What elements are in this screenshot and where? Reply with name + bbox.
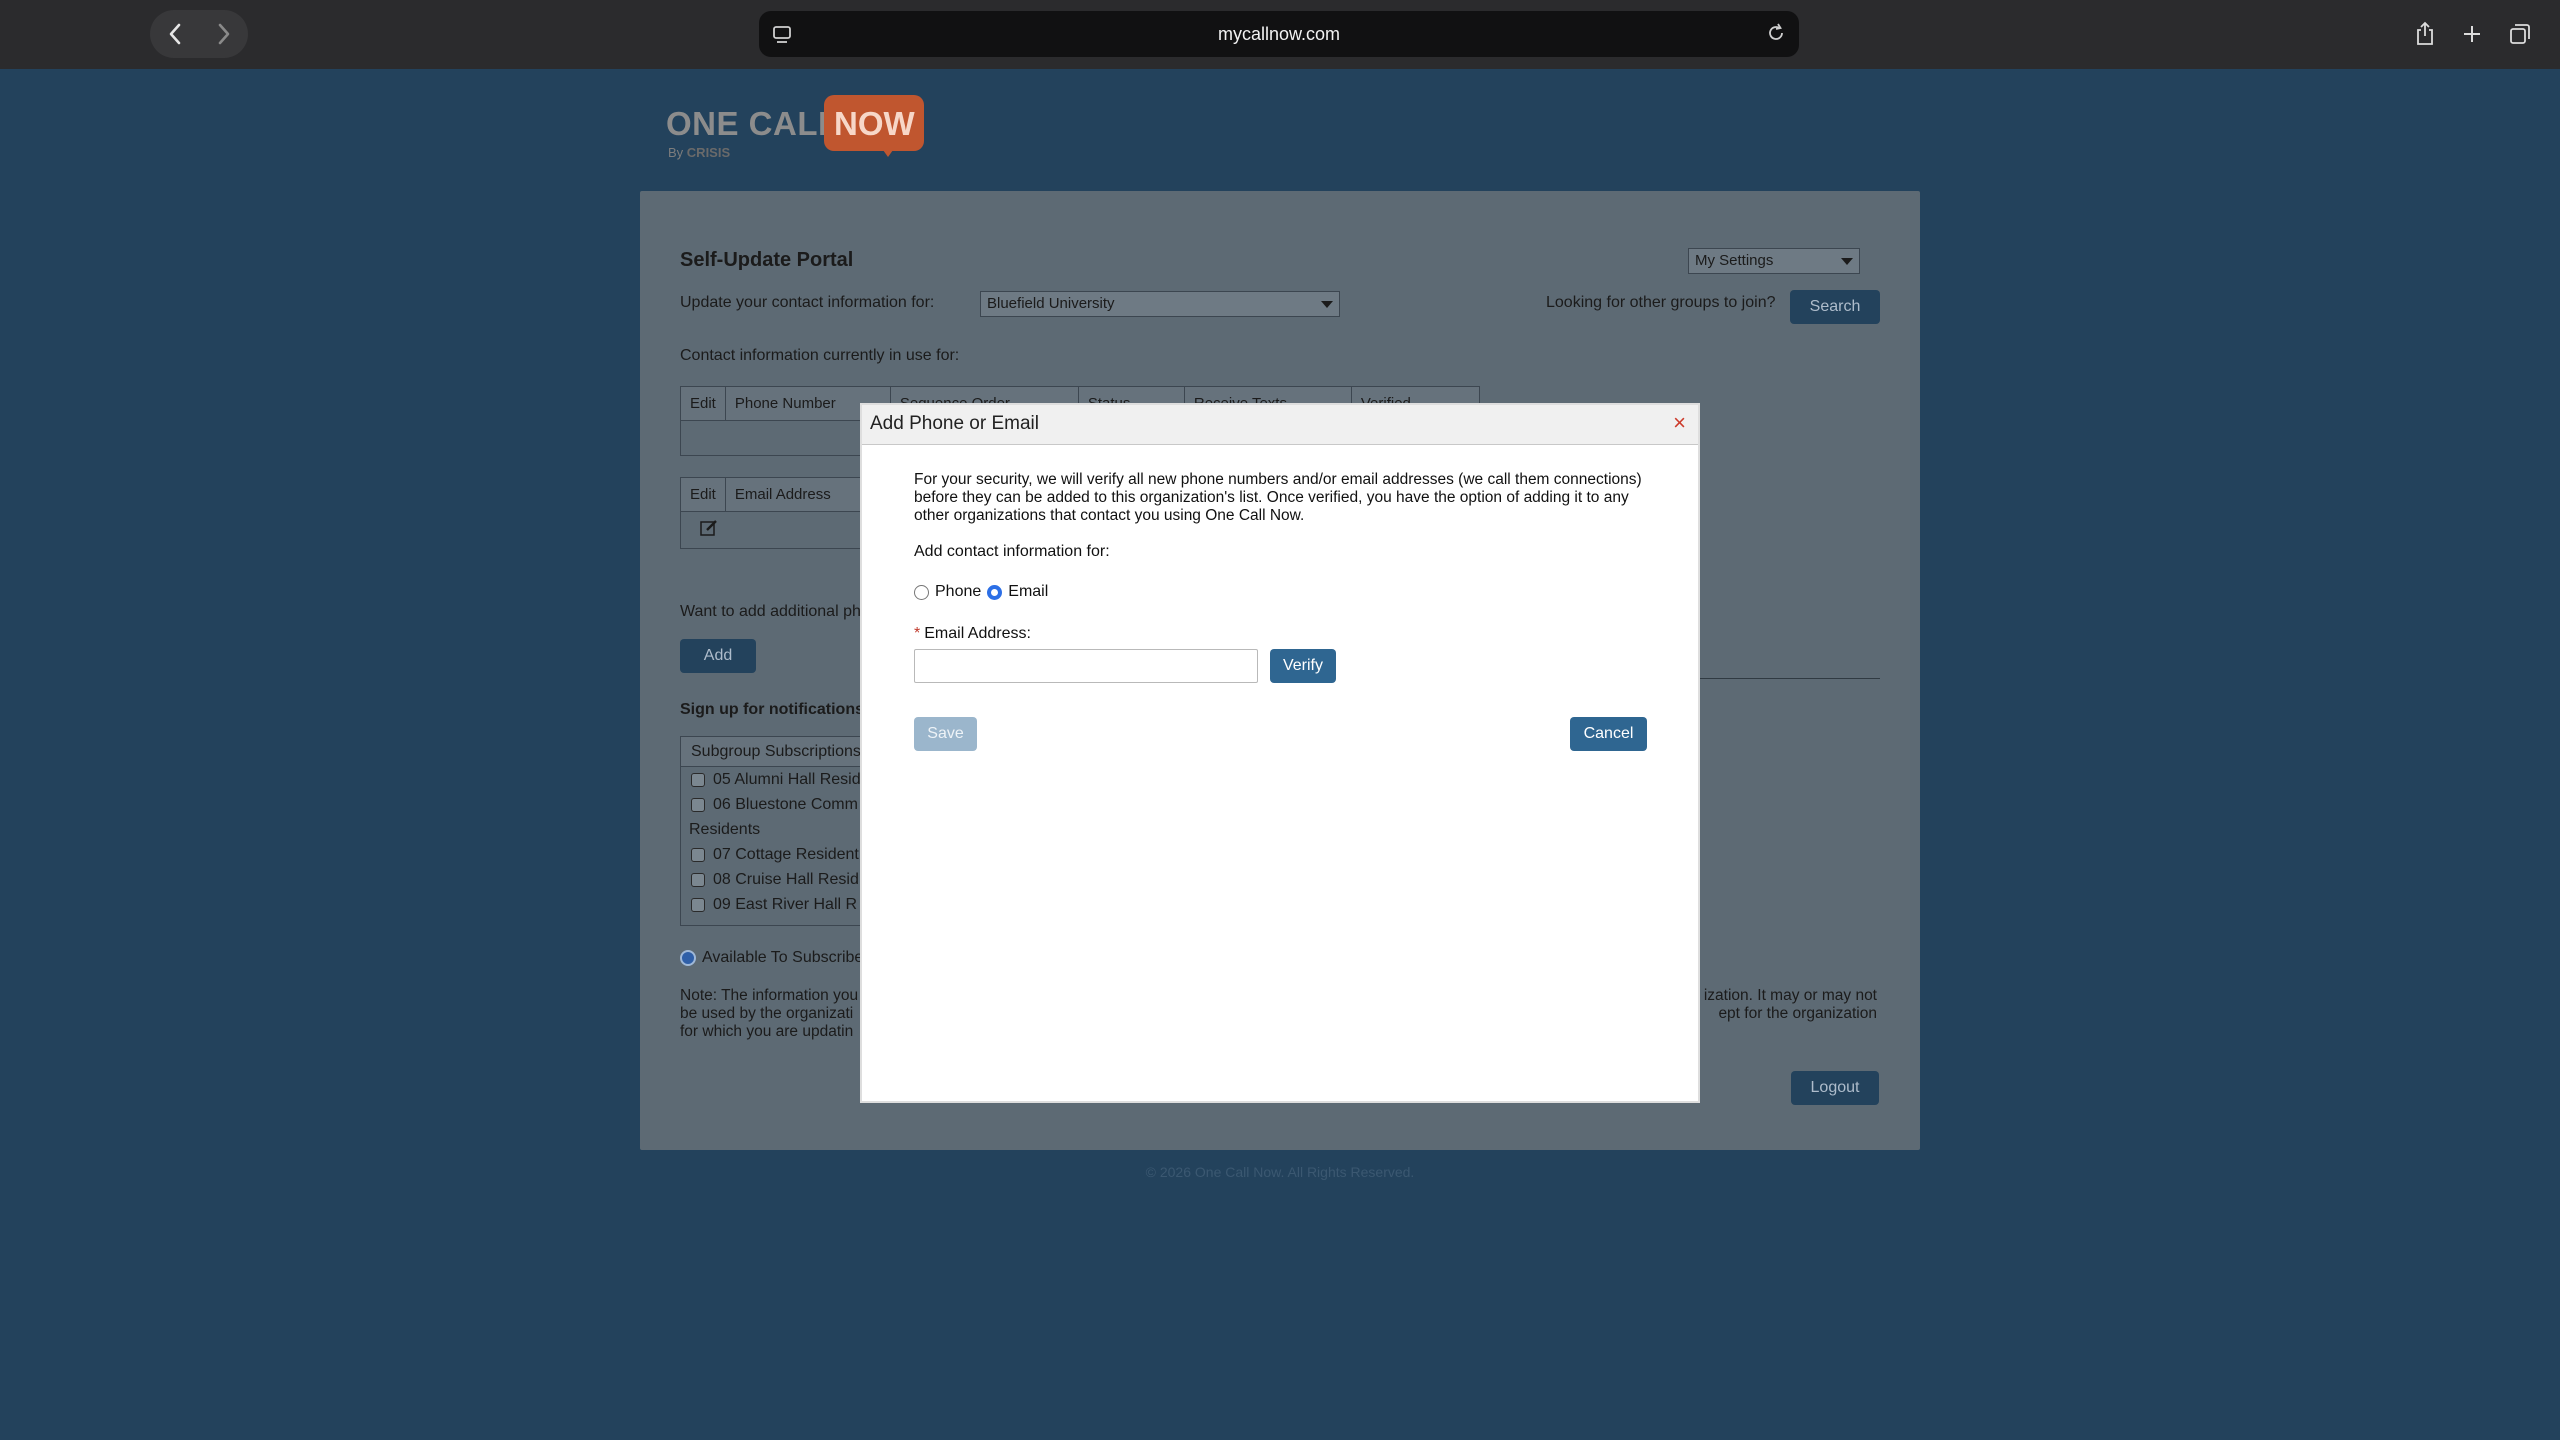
email-table-header: Edit Email Address [681, 478, 879, 512]
signup-label: Sign up for notifications [680, 701, 864, 718]
tab-overview-button[interactable] [2500, 14, 2540, 54]
subgroup-label: Residents [689, 820, 761, 838]
email-input-row: Verify [914, 649, 1654, 683]
security-intro-text: For your security, we will verify all ne… [914, 471, 1642, 524]
organization-select-value: Bluefield University [987, 295, 1115, 312]
contact-in-use-label: Contact information currently in use for… [680, 347, 960, 364]
note-line: be used by the organizati [680, 1005, 854, 1022]
subgroup-label: 07 Cottage Resident [713, 845, 859, 863]
cancel-button[interactable]: Cancel [1570, 717, 1647, 751]
note-line: ept for the organization [1718, 1005, 1877, 1022]
edit-icon[interactable] [699, 518, 719, 538]
email-table: Edit Email Address [680, 477, 880, 549]
search-button[interactable]: Search [1790, 290, 1880, 324]
logo-now: NOW [834, 105, 915, 142]
dialog-body: For your security, we will verify all ne… [914, 471, 1654, 683]
forward-button[interactable] [204, 14, 244, 54]
note-line: ization. It may or may not [1703, 987, 1877, 1004]
checkbox[interactable] [691, 772, 705, 787]
logo-crisis: CRISIS [686, 145, 731, 160]
logout-button[interactable]: Logout [1791, 1071, 1879, 1105]
chevron-down-icon [1321, 301, 1333, 308]
column-header: Edit [681, 478, 726, 511]
settings-select-value: My Settings [1695, 252, 1774, 269]
url-text: mycallnow.com [1217, 23, 1341, 44]
reload-icon[interactable] [1765, 22, 1787, 44]
table-row [681, 512, 879, 549]
column-header: Edit [681, 387, 726, 420]
address-bar[interactable]: mycallnow.com [759, 11, 1799, 57]
contact-type-options: Phone Email [914, 583, 1654, 601]
share-button[interactable] [2405, 14, 2445, 54]
new-tab-button[interactable] [2452, 14, 2492, 54]
email-option-label[interactable]: Email [1008, 583, 1048, 601]
dialog-title: Add Phone or Email [870, 413, 1039, 434]
note-line: Note: The information you [680, 987, 859, 1004]
subgroup-label: 05 Alumni Hall Resid [713, 770, 861, 788]
checkbox[interactable] [691, 847, 705, 862]
available-label: Available To Subscribe [702, 949, 864, 966]
subgroup-label: 06 Bluestone Comm [713, 795, 858, 813]
copyright-footer: © 2026 One Call Now. All Rights Reserved… [1145, 1164, 1415, 1180]
subgroup-label: 08 Cruise Hall Resid [713, 870, 859, 888]
site-settings-icon[interactable] [771, 23, 793, 45]
radio-button[interactable] [680, 950, 696, 966]
add-button[interactable]: Add [680, 639, 756, 673]
required-marker: * [914, 625, 921, 642]
chevron-left-icon [169, 23, 180, 45]
logo-bubble-tail [878, 143, 898, 157]
logo-by: By [668, 145, 684, 160]
logo-byline: By CRISIS [668, 145, 730, 160]
page-title: Self-Update Portal [680, 249, 854, 271]
organization-select[interactable]: Bluefield University [980, 291, 1340, 317]
checkbox[interactable] [691, 897, 705, 912]
add-more-label: Want to add additional ph [680, 603, 861, 620]
note-text-left: Note: The information you be used by the… [680, 987, 858, 1041]
update-for-label: Update your contact information for: [680, 294, 935, 311]
chevron-right-icon [218, 23, 229, 45]
tabs-icon [2510, 24, 2530, 44]
back-button[interactable] [155, 14, 195, 54]
close-icon[interactable]: × [1673, 412, 1686, 434]
divider [1700, 678, 1880, 679]
navigation-buttons [150, 10, 248, 58]
add-phone-or-email-dialog: Add Phone or Email × For your security, … [860, 403, 1700, 1103]
note-line: for which you are updatin [680, 1023, 854, 1040]
phone-option-label[interactable]: Phone [935, 583, 981, 601]
browser-toolbar: mycallnow.com [0, 0, 2560, 69]
logo-one-call: ONE CALL [666, 105, 839, 142]
other-groups-label: Looking for other groups to join? [1546, 294, 1776, 311]
note-text-right: ization. It may or may not ept for the o… [1704, 987, 1877, 1023]
column-header: Email Address [734, 486, 831, 503]
checkbox[interactable] [691, 872, 705, 887]
checkbox[interactable] [691, 797, 705, 812]
dialog-header: Add Phone or Email × [862, 405, 1698, 445]
share-icon [2417, 21, 2433, 45]
subgroup-label: 09 East River Hall R [713, 895, 858, 913]
one-call-now-logo[interactable]: ONE CALL NOW By CRISIS [666, 95, 926, 165]
email-address-input[interactable] [914, 649, 1258, 683]
chevron-down-icon [1841, 258, 1853, 265]
email-address-label: * Email Address: [914, 625, 1654, 643]
settings-select[interactable]: My Settings [1688, 248, 1860, 274]
available-to-subscribe-option[interactable]: Available To Subscribe [680, 949, 863, 967]
save-button[interactable]: Save [914, 717, 977, 751]
verify-button[interactable]: Verify [1270, 649, 1336, 683]
email-radio[interactable] [987, 584, 1003, 600]
phone-radio[interactable] [914, 584, 929, 600]
email-label-text: Email Address: [924, 625, 1031, 642]
add-for-label: Add contact information for: [914, 543, 1110, 560]
plus-icon [2464, 26, 2480, 42]
